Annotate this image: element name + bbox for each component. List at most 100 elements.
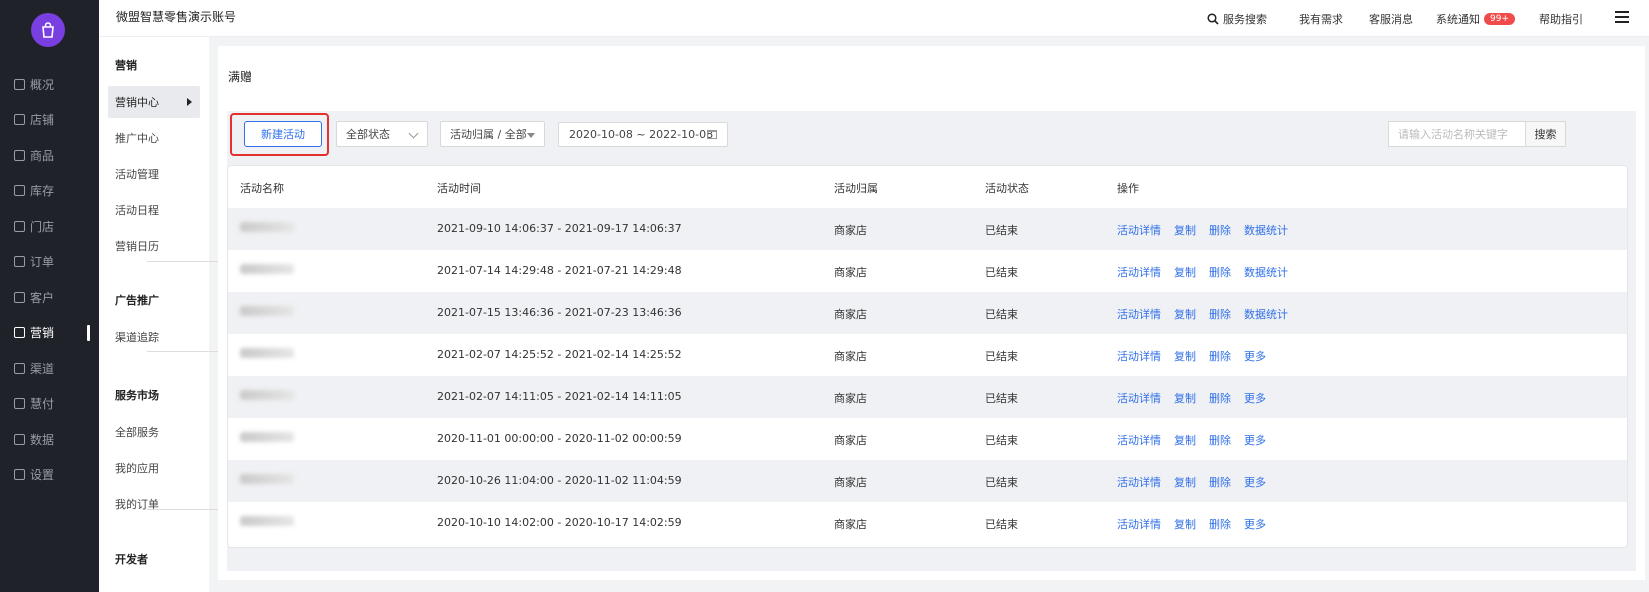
subnav-item[interactable]: 活动管理	[108, 158, 200, 190]
row-action-link[interactable]: 活动详情	[1117, 348, 1161, 364]
table-row: 2020-10-10 14:02:00 - 2020-10-17 14:02:5…	[228, 502, 1627, 544]
activity-owner: 商家店	[834, 224, 867, 237]
search-button[interactable]: 搜索	[1526, 121, 1566, 147]
requirements-link[interactable]: 我有需求	[1299, 11, 1343, 27]
row-action-link[interactable]: 活动详情	[1117, 222, 1161, 238]
nav-item[interactable]: 库存	[0, 174, 99, 208]
row-action-link[interactable]: 复制	[1174, 516, 1196, 532]
customer-messages-link[interactable]: 客服消息	[1369, 11, 1413, 27]
help-link[interactable]: 帮助指引	[1539, 11, 1583, 27]
nav-item[interactable]: 慧付	[0, 387, 99, 421]
activity-status: 已结束	[985, 308, 1018, 321]
row-action-link[interactable]: 删除	[1209, 348, 1231, 364]
nav-item[interactable]: 客户	[0, 280, 99, 314]
row-action-link[interactable]: 更多	[1244, 516, 1266, 532]
table-row: 2021-02-07 14:25:52 - 2021-02-14 14:25:5…	[228, 334, 1627, 376]
data-icon	[14, 433, 25, 445]
activity-name-redacted	[240, 474, 294, 484]
top-header: 微盟智慧零售演示账号 服务搜索 我有需求 客服消息 系统通知 99+ 帮助指引	[99, 0, 1649, 37]
row-action-link[interactable]: 更多	[1244, 348, 1266, 364]
subnav-item[interactable]: 全部服务	[108, 416, 200, 448]
row-action-link[interactable]: 活动详情	[1117, 516, 1161, 532]
table-row: 2021-02-07 14:11:05 - 2021-02-14 14:11:0…	[228, 376, 1627, 418]
row-action-link[interactable]: 更多	[1244, 432, 1266, 448]
nav-item[interactable]: 店铺	[0, 103, 99, 137]
row-action-link[interactable]: 删除	[1209, 474, 1231, 490]
order-icon	[14, 256, 25, 267]
row-action-link[interactable]: 数据统计	[1244, 222, 1288, 238]
row-action-link[interactable]: 复制	[1174, 264, 1196, 280]
table-row: 2021-07-14 14:29:48 - 2021-07-21 14:29:4…	[228, 250, 1627, 292]
row-action-link[interactable]: 数据统计	[1244, 306, 1288, 322]
activity-time: 2021-07-14 14:29:48 - 2021-07-21 14:29:4…	[437, 264, 682, 277]
inventory-icon	[14, 185, 25, 196]
col-actions: 操作	[1117, 182, 1139, 195]
nav-item[interactable]: 设置	[0, 458, 99, 492]
system-notifications-link[interactable]: 系统通知 99+	[1436, 11, 1515, 27]
row-action-link[interactable]: 活动详情	[1117, 264, 1161, 280]
subnav-item[interactable]: 活动日程	[108, 194, 200, 226]
row-action-link[interactable]: 删除	[1209, 222, 1231, 238]
row-action-link[interactable]: 数据统计	[1244, 264, 1288, 280]
subnav-item[interactable]: 我的订单	[108, 488, 200, 520]
logo[interactable]	[31, 13, 65, 47]
activity-status: 已结束	[985, 518, 1018, 531]
row-action-link[interactable]: 复制	[1174, 306, 1196, 322]
row-action-link[interactable]: 删除	[1209, 432, 1231, 448]
date-range-picker[interactable]: 2020-10-08 ~ 2022-10-08	[558, 122, 728, 147]
subnav-group-title: 服务市场	[115, 389, 159, 402]
row-action-link[interactable]: 复制	[1174, 348, 1196, 364]
nav-item[interactable]: 渠道	[0, 351, 99, 385]
activity-name-redacted	[240, 222, 294, 232]
activity-status: 已结束	[985, 434, 1018, 447]
calendar-icon	[707, 130, 717, 139]
nav-item-label: 设置	[30, 468, 55, 482]
subnav-item[interactable]: 渠道追踪	[108, 321, 200, 353]
nav-item[interactable]: 营销	[0, 316, 99, 350]
row-action-link[interactable]: 删除	[1209, 306, 1231, 322]
row-action-link[interactable]: 活动详情	[1117, 432, 1161, 448]
row-action-link[interactable]: 活动详情	[1117, 474, 1161, 490]
row-action-link[interactable]: 活动详情	[1117, 306, 1161, 322]
activity-name-redacted	[240, 432, 294, 442]
activity-status: 已结束	[985, 266, 1018, 279]
row-action-link[interactable]: 更多	[1244, 474, 1266, 490]
subnav-item[interactable]: 我的应用	[108, 452, 200, 484]
subnav-item[interactable]: 营销日历	[108, 230, 200, 262]
row-action-link[interactable]: 活动详情	[1117, 390, 1161, 406]
link-label: 我有需求	[1299, 13, 1343, 26]
nav-item[interactable]: 订单	[0, 245, 99, 279]
activity-status: 已结束	[985, 392, 1018, 405]
link-label: 帮助指引	[1539, 13, 1583, 26]
row-action-link[interactable]: 复制	[1174, 390, 1196, 406]
new-activity-button[interactable]: 新建活动	[244, 121, 322, 147]
nav-item[interactable]: 数据	[0, 422, 99, 456]
notification-badge: 99+	[1484, 13, 1515, 25]
subnav-item[interactable]: 营销中心	[108, 86, 200, 118]
goods-icon	[14, 149, 25, 161]
nav-item-label: 营销	[30, 326, 55, 340]
row-action-link[interactable]: 删除	[1209, 516, 1231, 532]
activity-name-redacted	[240, 390, 294, 400]
ownership-select[interactable]: 活动归属 / 全部	[440, 121, 545, 147]
sub-nav: 营销 营销中心 推广中心 活动管理 活动日程 营销日历 广告推广 渠道追踪 服务市场 全部服务 我的…	[99, 37, 219, 592]
subnav-group-title: 广告推广	[115, 294, 159, 307]
nav-item[interactable]: 门店	[0, 209, 99, 243]
page-title: 满赠	[228, 70, 253, 84]
row-action-link[interactable]: 删除	[1209, 264, 1231, 280]
row-action-link[interactable]: 复制	[1174, 432, 1196, 448]
menu-icon[interactable]	[1615, 11, 1629, 23]
nav-item[interactable]: 商品	[0, 138, 99, 172]
row-action-link[interactable]: 删除	[1209, 390, 1231, 406]
row-action-link[interactable]: 复制	[1174, 474, 1196, 490]
status-select[interactable]: 全部状态	[336, 121, 428, 147]
subnav-item[interactable]: 推广中心	[108, 122, 200, 154]
service-search-link[interactable]: 服务搜索	[1207, 11, 1267, 27]
row-action-link[interactable]: 更多	[1244, 390, 1266, 406]
date-range-value: 2020-10-08 ~ 2022-10-08	[569, 128, 714, 141]
nav-item[interactable]: 概况	[0, 67, 99, 101]
search-input[interactable]: 请输入活动名称关键字	[1388, 121, 1526, 147]
row-action-link[interactable]: 复制	[1174, 222, 1196, 238]
marketing-icon	[14, 327, 25, 338]
nav-item-label: 渠道	[30, 361, 55, 376]
